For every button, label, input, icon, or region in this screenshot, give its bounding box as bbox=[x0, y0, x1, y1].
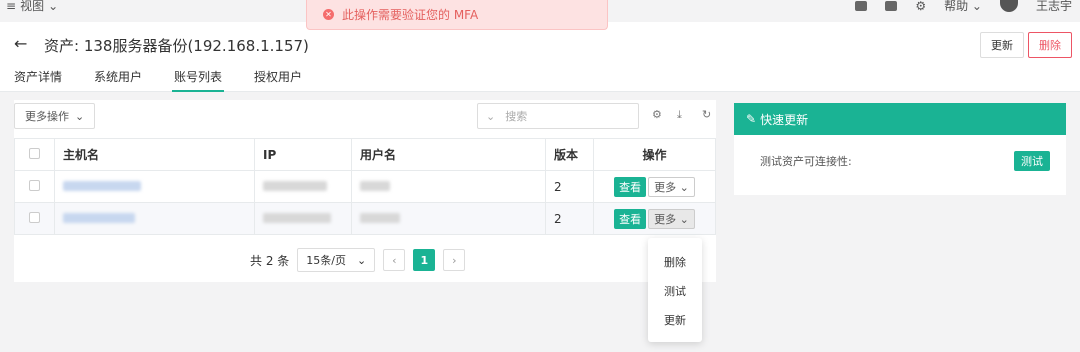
quick-update-header: ✎ 快速更新 bbox=[734, 103, 1066, 135]
hostname-cell bbox=[54, 202, 255, 235]
refresh-icon[interactable]: ↻ bbox=[702, 109, 713, 120]
view-button[interactable]: 查看 bbox=[614, 176, 647, 197]
row-checkbox[interactable] bbox=[29, 211, 40, 223]
pagination: 共 2 条 15条/页 ⌄ ‹ 1 › bbox=[250, 248, 466, 272]
menu-icon: ≡ bbox=[6, 0, 17, 13]
current-page-button[interactable]: 1 bbox=[413, 249, 436, 271]
tab-account-list[interactable]: 账号列表 bbox=[172, 68, 225, 92]
test-connectivity-label: 测试资产可连接性: bbox=[760, 155, 852, 168]
table-row: 2 查看 更多 ⌄ bbox=[14, 170, 716, 203]
toast-message: 此操作需要验证您的 MFA bbox=[342, 8, 479, 22]
delete-button[interactable]: 删除 bbox=[1028, 32, 1072, 58]
view-button[interactable]: 查看 bbox=[614, 208, 647, 229]
menu-item-delete[interactable]: 删除 bbox=[648, 248, 702, 277]
account-list-panel: 更多操作 ⌄ ⌄ 搜索 ⚙ ⤓ ↻ 主机名 IP 用户名 版本 操作 2 查看 … bbox=[14, 100, 716, 282]
tab-asset-detail[interactable]: 资产详情 bbox=[14, 68, 62, 92]
prev-page-button[interactable]: ‹ bbox=[383, 249, 406, 271]
col-username: 用户名 bbox=[351, 138, 546, 171]
user-name[interactable]: 王志宇 bbox=[1036, 0, 1072, 14]
tab-bar: 资产详情 系统用户 账号列表 授权用户 bbox=[14, 68, 334, 92]
more-actions-dropdown[interactable]: 更多操作 ⌄ bbox=[14, 103, 96, 129]
back-arrow-icon[interactable]: ← bbox=[14, 34, 27, 53]
total-count: 共 2 条 bbox=[250, 253, 290, 268]
tab-authorized-users[interactable]: 授权用户 bbox=[254, 68, 302, 92]
chevron-down-icon: ⌄ bbox=[486, 109, 496, 123]
more-button[interactable]: 更多 ⌄ bbox=[648, 208, 695, 229]
table-header-row: 主机名 IP 用户名 版本 操作 bbox=[14, 138, 716, 171]
accounts-table: 主机名 IP 用户名 版本 操作 2 查看 更多 ⌄ 2 查看 更多 ⌄ bbox=[14, 138, 716, 235]
hostname-cell bbox=[54, 170, 255, 203]
edit-icon: ✎ bbox=[746, 112, 757, 126]
quick-update-title: 快速更新 bbox=[760, 112, 809, 127]
page-title: 资产: 138服务器备份(192.168.1.157) bbox=[44, 37, 309, 55]
version-cell: 2 bbox=[545, 170, 594, 203]
redacted-username bbox=[360, 212, 400, 223]
tab-system-users[interactable]: 系统用户 bbox=[94, 68, 142, 92]
quick-update-panel: ✎ 快速更新 测试资产可连接性: 测试 bbox=[734, 103, 1066, 195]
row-select-cell bbox=[14, 170, 55, 203]
search-input[interactable]: ⌄ 搜索 bbox=[477, 103, 639, 129]
view-menu[interactable]: ≡ 视图 ⌄ bbox=[6, 0, 58, 14]
menu-item-test[interactable]: 测试 bbox=[648, 277, 702, 306]
update-button[interactable]: 更新 bbox=[980, 32, 1024, 58]
help-menu[interactable]: 帮助 ⌄ bbox=[944, 0, 982, 14]
col-version: 版本 bbox=[545, 138, 594, 171]
menu-item-update[interactable]: 更新 bbox=[648, 306, 702, 335]
redacted-hostname bbox=[63, 180, 141, 191]
actions-cell: 查看 更多 ⌄ bbox=[593, 202, 716, 235]
redacted-hostname bbox=[63, 212, 135, 223]
mail-icon[interactable] bbox=[855, 0, 868, 11]
page-header: ← 资产: 138服务器备份(192.168.1.157) 更新 删除 资产详情… bbox=[0, 22, 1080, 92]
chevron-down-icon: ⌄ bbox=[48, 0, 59, 13]
avatar[interactable] bbox=[999, 0, 1018, 12]
gear-icon[interactable]: ⚙ bbox=[915, 0, 926, 13]
more-button[interactable]: 更多 ⌄ bbox=[648, 176, 695, 197]
more-actions-menu: 删除 测试 更新 bbox=[648, 238, 702, 342]
username-cell bbox=[351, 202, 546, 235]
tasks-icon[interactable] bbox=[885, 0, 898, 11]
more-actions-label: 更多操作 bbox=[25, 110, 69, 123]
search-placeholder: 搜索 bbox=[505, 110, 528, 123]
error-icon: ✕ bbox=[323, 9, 334, 20]
ip-cell bbox=[254, 202, 352, 235]
row-select-cell bbox=[14, 202, 55, 235]
col-ip: IP bbox=[254, 138, 352, 171]
version-cell: 2 bbox=[545, 202, 594, 235]
test-button[interactable]: 测试 bbox=[1014, 151, 1050, 171]
username-cell bbox=[351, 170, 546, 203]
chevron-down-icon: ⌄ bbox=[357, 253, 367, 267]
row-checkbox[interactable] bbox=[29, 179, 40, 191]
redacted-username bbox=[360, 180, 390, 191]
actions-cell: 查看 更多 ⌄ bbox=[593, 170, 716, 203]
table-row: 2 查看 更多 ⌄ bbox=[14, 202, 716, 235]
select-all-cell bbox=[14, 138, 55, 171]
col-actions: 操作 bbox=[593, 138, 716, 171]
redacted-ip bbox=[263, 212, 331, 223]
download-icon[interactable]: ⤓ bbox=[677, 109, 688, 120]
page-size-select[interactable]: 15条/页 ⌄ bbox=[297, 248, 376, 272]
chevron-down-icon: ⌄ bbox=[75, 109, 85, 123]
redacted-ip bbox=[263, 180, 327, 191]
page-size-value: 15条/页 bbox=[306, 254, 346, 267]
next-page-button[interactable]: › bbox=[443, 249, 466, 271]
ip-cell bbox=[254, 170, 352, 203]
view-menu-label: 视图 bbox=[20, 0, 45, 13]
col-hostname: 主机名 bbox=[54, 138, 255, 171]
select-all-checkbox[interactable] bbox=[29, 147, 40, 159]
gear-icon[interactable]: ⚙ bbox=[652, 109, 663, 120]
mfa-error-toast: ✕ 此操作需要验证您的 MFA bbox=[306, 0, 608, 30]
